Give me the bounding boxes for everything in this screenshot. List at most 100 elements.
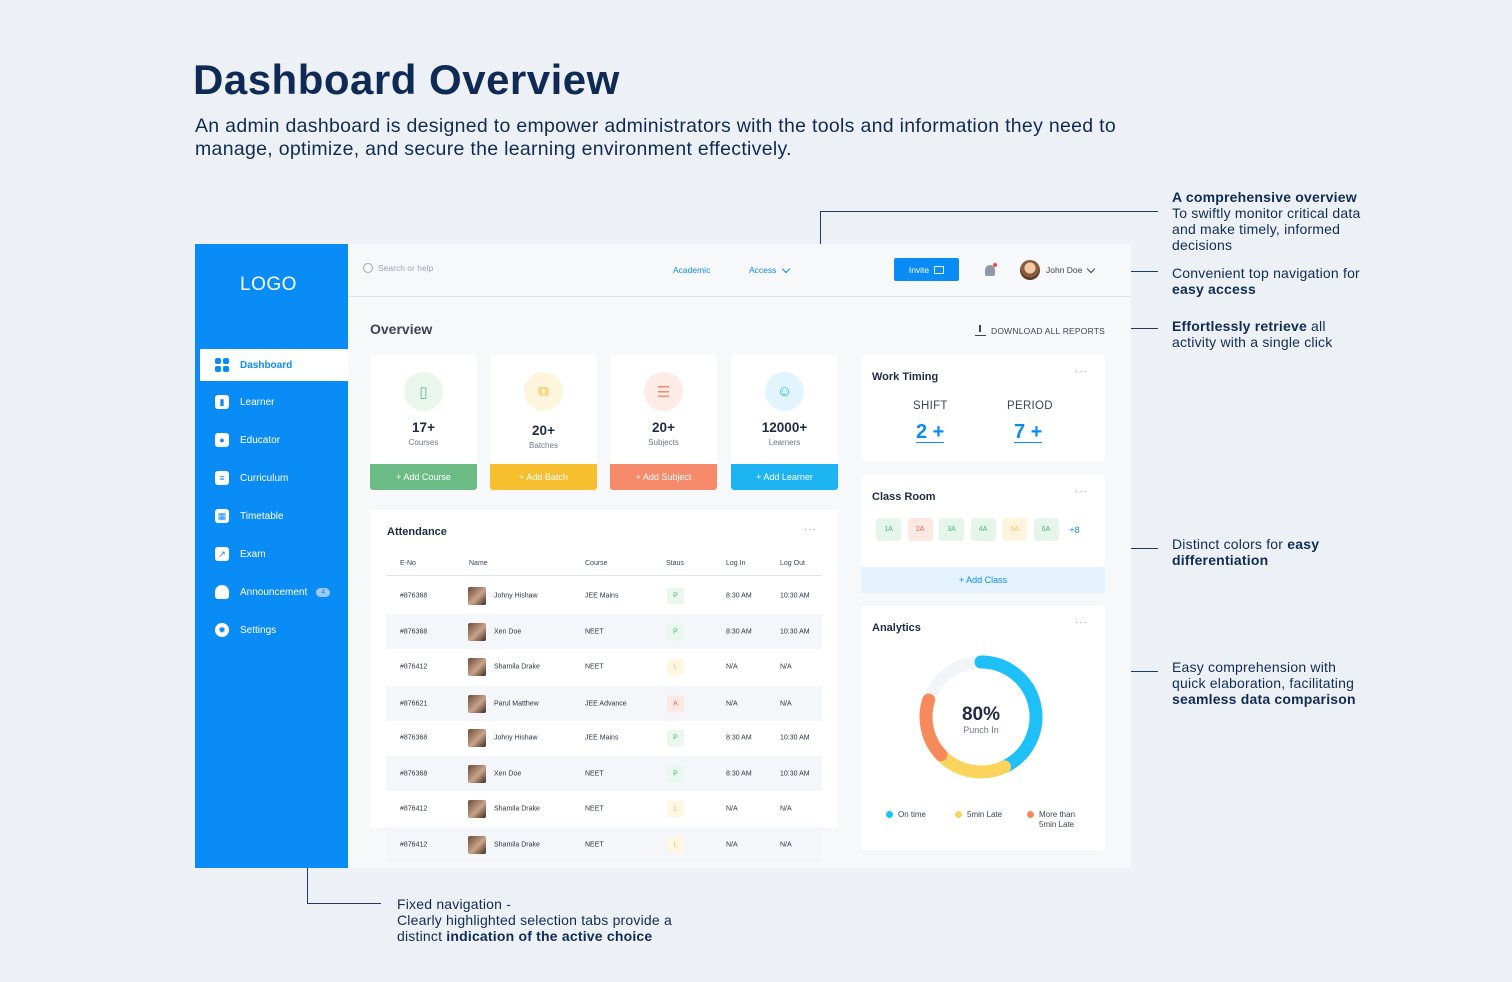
add-course-button[interactable]: + Add Course <box>370 464 477 490</box>
analytics-title: Analytics <box>872 622 921 634</box>
table-row[interactable]: #876621 Parul Matthew JEE Advance A N/A N/A <box>386 686 822 721</box>
status-badge: L <box>667 836 684 853</box>
notification-bell-icon[interactable] <box>985 263 997 276</box>
shift-value[interactable]: 2 + <box>916 422 945 443</box>
cell-logout: 10:30 AM <box>780 770 810 777</box>
more-options-icon[interactable]: ··· <box>1075 366 1088 377</box>
work-timing-title: Work Timing <box>872 371 939 383</box>
nav-academic-link[interactable]: Academic <box>673 265 710 275</box>
column-header-logout[interactable]: Log Out <box>780 560 805 567</box>
people-icon: ● <box>215 433 229 447</box>
cell-course: NEET <box>585 770 604 777</box>
class-chip[interactable]: 5A <box>1002 518 1027 541</box>
class-chip[interactable]: 4A <box>970 518 996 541</box>
stat-label: Learners <box>768 438 801 447</box>
sidebar-item-exam[interactable]: ↗ Exam <box>200 538 348 570</box>
table-row[interactable]: #876412 Shamila Drake NEET L N/A N/A <box>386 649 822 684</box>
sidebar-item-educator[interactable]: ● Educator <box>200 424 348 456</box>
cell-name: Shamila Drake <box>494 841 540 848</box>
cell-course: NEET <box>585 805 604 812</box>
calendar-icon: ▦ <box>215 509 229 523</box>
column-header-course[interactable]: Course <box>585 560 608 567</box>
invite-label: Invite <box>908 264 930 275</box>
add-learner-button[interactable]: + Add Learner <box>731 464 838 490</box>
class-chip[interactable]: 1A <box>876 518 901 541</box>
sidebar-item-curriculum[interactable]: ≡ Curriculum <box>200 462 348 494</box>
stat-label: Subjects <box>648 438 679 447</box>
table-row[interactable]: #876368 Xen Doe NEET P 8:30 AM 10:30 AM <box>386 756 822 791</box>
column-header-status[interactable]: Staus <box>666 560 684 567</box>
table-row[interactable]: #876368 Xen Doe NEET P 8:30 AM 10:30 AM <box>386 614 822 649</box>
cell-eno: #876368 <box>400 628 428 635</box>
more-options-icon[interactable]: ··· <box>1075 486 1088 497</box>
cell-eno: #876621 <box>400 700 428 707</box>
overview-title: Overview <box>370 321 433 337</box>
sidebar-item-label: Announcement <box>240 586 308 598</box>
cell-login: N/A <box>726 805 738 812</box>
subject-icon: ☰ <box>644 372 683 411</box>
more-classes-link[interactable]: +8 <box>1062 518 1087 541</box>
learner-icon: ☺ <box>765 372 804 411</box>
cell-name: Johny Hishaw <box>494 592 538 599</box>
avatar <box>468 728 486 747</box>
class-chip[interactable]: 3A <box>939 518 964 541</box>
nav-access-dropdown[interactable]: Access <box>749 264 791 275</box>
avatar <box>468 764 486 783</box>
table-row[interactable]: #876412 Shamila Drake NEET L N/A N/A <box>386 791 822 826</box>
sidebar-item-label: Timetable <box>240 510 284 522</box>
cell-name: Johny Hishaw <box>494 734 538 741</box>
table-row[interactable]: #876412 Shamila Drake NEET L N/A N/A <box>386 827 822 862</box>
more-options-icon[interactable]: ··· <box>804 524 817 535</box>
legend-label: More than 5min Late <box>1039 810 1076 829</box>
sidebar-item-dashboard[interactable]: Dashboard <box>200 349 348 381</box>
column-header-eno[interactable]: E-No <box>400 560 416 567</box>
sidebar-item-label: Dashboard <box>240 359 293 371</box>
sidebar-item-announcement[interactable]: Announcement 4 <box>200 576 348 608</box>
donut-value: 80% <box>962 704 1000 725</box>
stat-card-learners: ☺ 12000+ Learners + Add Learner <box>731 355 838 490</box>
page-title: Dashboard Overview <box>193 56 620 103</box>
invite-button[interactable]: Invite <box>894 258 959 281</box>
table-row[interactable]: #876368 Johny Hishaw JEE Mains P 8:30 AM 10:3… <box>386 578 822 613</box>
annotation-fixed-nav: Fixed navigation - Clearly highlighted se… <box>397 896 672 944</box>
avatar <box>468 622 486 641</box>
status-badge: L <box>667 800 684 817</box>
cell-login: 8:30 AM <box>726 770 752 777</box>
column-header-login[interactable]: Log In <box>726 560 745 567</box>
column-header-name[interactable]: Name <box>469 560 488 567</box>
book-icon: ▯ <box>404 372 443 411</box>
legend-label: On time <box>898 810 927 819</box>
period-value[interactable]: 7 + <box>1014 422 1043 443</box>
sidebar-item-label: Educator <box>240 434 281 446</box>
batch-icon: ⧉ <box>524 372 563 411</box>
class-chip[interactable]: 6A <box>1033 518 1059 541</box>
search-placeholder: Search or help <box>378 263 434 273</box>
user-menu[interactable]: John Doe <box>1020 260 1096 280</box>
add-batch-button[interactable]: + Add Batch <box>490 464 597 490</box>
annotation-colors: Distinct colors for easy differentiation <box>1172 536 1320 568</box>
add-subject-button[interactable]: + Add Subject <box>610 464 717 490</box>
cell-logout: N/A <box>780 663 792 670</box>
sidebar-item-settings[interactable]: ✹ Settings <box>200 614 348 646</box>
status-badge: A <box>667 695 684 712</box>
search-input[interactable]: Search or help <box>363 263 433 273</box>
cell-login: 8:30 AM <box>726 592 752 599</box>
cell-name: Parul Matthew <box>494 700 539 707</box>
cell-eno: #876412 <box>400 841 428 848</box>
sidebar-item-label: Settings <box>240 624 277 636</box>
add-class-button[interactable]: + Add Class <box>861 567 1105 593</box>
shift-label: SHIFT <box>913 400 948 412</box>
download-reports-button[interactable]: DOWNLOAD ALL REPORTS <box>975 325 1105 336</box>
class-chip[interactable]: 2A <box>907 518 933 541</box>
sidebar-item-learner[interactable]: ▮ Learner <box>200 386 348 418</box>
legend-item-5min-late: 5min Late <box>955 810 1002 820</box>
sidebar-item-timetable[interactable]: ▦ Timetable <box>200 500 348 532</box>
top-navigation: Search or help Academic Access Invite Jo… <box>348 244 1131 297</box>
bell-icon <box>215 585 229 599</box>
avatar <box>468 694 486 713</box>
exam-icon: ↗ <box>215 547 229 561</box>
more-options-icon[interactable]: ··· <box>1075 617 1088 628</box>
cell-eno: #876412 <box>400 663 428 670</box>
cell-name: Xen Doe <box>494 770 522 777</box>
table-row[interactable]: #876368 Johny Hishaw JEE Mains P 8:30 AM 10:3… <box>386 720 822 755</box>
